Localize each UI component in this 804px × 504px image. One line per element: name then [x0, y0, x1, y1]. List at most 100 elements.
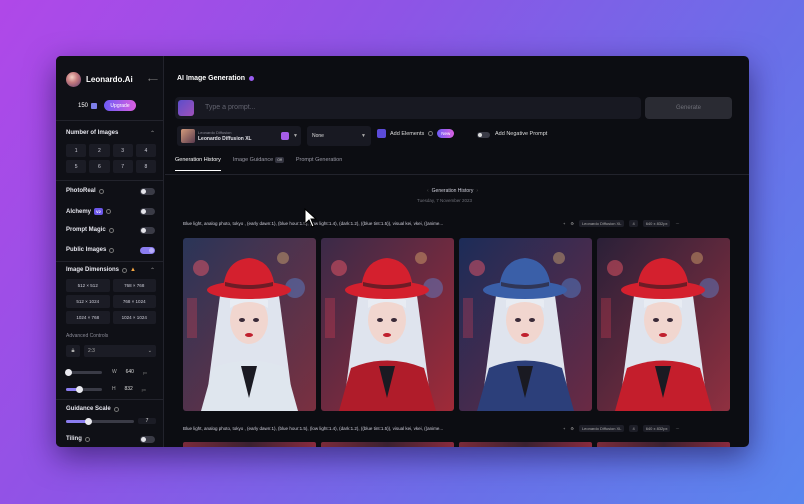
divider — [56, 261, 164, 262]
generated-images — [183, 238, 730, 411]
aspect-ratio-select[interactable]: 2:3 ⌄ — [84, 345, 156, 357]
meta-model: Leonardo Diffusion XL — [578, 425, 625, 432]
info-icon[interactable] — [122, 267, 128, 273]
num-images-option[interactable]: 5 — [66, 160, 87, 173]
info-icon[interactable] — [98, 188, 104, 194]
num-images-option[interactable]: 2 — [89, 144, 110, 157]
public-images-label: Public Images — [66, 247, 115, 253]
tiling-toggle[interactable] — [140, 436, 155, 443]
model-subtitle: Leonardo Diffusion — [198, 130, 232, 135]
model-tag-icon — [281, 132, 289, 140]
dimension-option[interactable]: 1024 × 1024 — [112, 311, 156, 324]
generation-meta: + ⚙ Leonardo Diffusion XL 4 640 x 832px … — [563, 425, 679, 432]
public-images-toggle[interactable] — [140, 247, 155, 254]
guidance-input[interactable]: 7 — [138, 418, 156, 424]
collapse-sidebar-icon[interactable]: ⟵ — [148, 76, 158, 84]
prompt-magic-label: Prompt Magic — [66, 227, 114, 233]
num-images-option[interactable]: 8 — [135, 160, 156, 173]
num-images-option[interactable]: 6 — [89, 160, 110, 173]
off-badge: Off — [275, 157, 284, 163]
num-images-option[interactable]: 3 — [112, 144, 133, 157]
more-icon[interactable]: ⋯ — [675, 221, 679, 226]
tab-prompt-generation[interactable]: Prompt Generation — [296, 157, 342, 171]
guidance-slider[interactable] — [66, 417, 134, 425]
height-input[interactable]: 832 — [120, 386, 138, 392]
num-images-option[interactable]: 4 — [135, 144, 156, 157]
info-icon[interactable] — [108, 227, 114, 233]
info-icon[interactable] — [84, 436, 90, 442]
upgrade-button[interactable]: Upgrade — [104, 100, 137, 111]
chevron-up-icon[interactable]: ⌃ — [150, 267, 155, 274]
generated-image[interactable] — [597, 238, 730, 411]
info-icon[interactable] — [105, 209, 111, 214]
meta-size: 640 x 832px — [642, 220, 671, 227]
lock-icon[interactable]: 🔒︎ — [66, 345, 80, 357]
width-slider[interactable] — [65, 368, 102, 376]
chevron-up-icon[interactable]: ⌃ — [150, 130, 155, 137]
brand-name: Leonardo.Ai — [86, 75, 133, 84]
negative-prompt-toggle[interactable] — [477, 132, 490, 138]
model-select[interactable]: Leonardo Diffusion Leonardo Diffusion XL… — [177, 126, 301, 146]
height-label: H — [112, 386, 116, 392]
image-thumbnail[interactable] — [183, 442, 316, 447]
style-select[interactable]: None ▼ — [307, 126, 371, 146]
settings-icon[interactable]: ⚙ — [570, 221, 574, 226]
token-icon — [91, 102, 98, 109]
info-icon[interactable] — [109, 247, 115, 253]
sidebar: Leonardo.Ai ⟵ 150 Upgrade Number of Imag… — [56, 56, 164, 447]
avatar[interactable] — [66, 72, 81, 87]
model-thumbnail — [181, 129, 195, 143]
generation-history-heading: ‹ Generation History › — [427, 188, 479, 194]
divider — [56, 120, 164, 121]
generated-image[interactable] — [459, 238, 592, 411]
image-thumbnail[interactable] — [321, 442, 454, 447]
generate-button[interactable]: Generate — [645, 97, 732, 119]
image-thumbnail[interactable] — [459, 442, 592, 447]
prompt-input[interactable]: Type a prompt... — [205, 104, 256, 111]
tab-generation-history[interactable]: Generation History — [175, 157, 221, 171]
add-elements[interactable]: Add Elements New — [377, 129, 455, 138]
width-input[interactable]: 640 — [121, 369, 139, 375]
elements-icon — [377, 129, 386, 138]
more-icon[interactable]: ⋯ — [675, 426, 679, 431]
dimension-option[interactable]: 512 × 1024 — [66, 295, 110, 308]
meta-count: 4 — [629, 220, 638, 227]
tiling-label: Tiling — [66, 436, 90, 442]
settings-icon[interactable]: ⚙ — [570, 426, 574, 431]
meta-size: 640 x 832px — [642, 425, 671, 432]
alchemy-toggle[interactable] — [140, 208, 155, 215]
aspect-ratio-row: 🔒︎ 2:3 ⌄ — [66, 345, 156, 357]
generated-image[interactable] — [183, 238, 316, 411]
prompt-magic-toggle[interactable] — [140, 227, 155, 234]
generation-prompt[interactable]: Blue light, analog photo, tokyo , (early… — [183, 426, 443, 431]
dimension-option[interactable]: 512 × 512 — [66, 279, 110, 292]
info-icon[interactable] — [428, 131, 434, 136]
dimensions-grid: 512 × 512 768 × 768 512 × 1024 768 × 102… — [66, 279, 156, 324]
photoreal-toggle[interactable] — [140, 188, 155, 195]
add-icon[interactable]: + — [563, 221, 565, 226]
meta-count: 4 — [629, 425, 638, 432]
app-window: Leonardo.Ai ⟵ 150 Upgrade Number of Imag… — [56, 56, 749, 447]
height-slider[interactable] — [66, 385, 102, 393]
divider — [165, 174, 749, 175]
generated-image[interactable] — [321, 238, 454, 411]
dimension-option[interactable]: 768 × 1024 — [112, 295, 156, 308]
generation-meta: + ⚙ Leonardo Diffusion XL 4 640 x 832px … — [563, 220, 679, 227]
info-icon[interactable] — [113, 406, 119, 412]
alchemy-label: Alchemy V2 — [66, 208, 111, 215]
next-generation-strip — [183, 442, 730, 447]
number-of-images-label: Number of Images — [66, 130, 119, 136]
image-thumbnail[interactable] — [597, 442, 730, 447]
dimension-option[interactable]: 768 × 768 — [112, 279, 156, 292]
width-label: W — [112, 369, 117, 375]
new-badge: New — [437, 129, 455, 138]
add-icon[interactable]: + — [563, 426, 565, 431]
num-images-option[interactable]: 7 — [112, 160, 133, 173]
brand[interactable]: Leonardo.Ai — [66, 72, 133, 87]
tab-image-guidance[interactable]: Image Guidance Off — [233, 157, 284, 171]
num-images-option[interactable]: 1 — [66, 144, 87, 157]
prompt-generate-icon[interactable] — [178, 100, 194, 116]
dimension-option[interactable]: 1024 × 768 — [66, 311, 110, 324]
chevron-down-icon: ⌄ — [147, 348, 152, 354]
number-of-images-grid: 1 2 3 4 5 6 7 8 — [66, 144, 156, 173]
